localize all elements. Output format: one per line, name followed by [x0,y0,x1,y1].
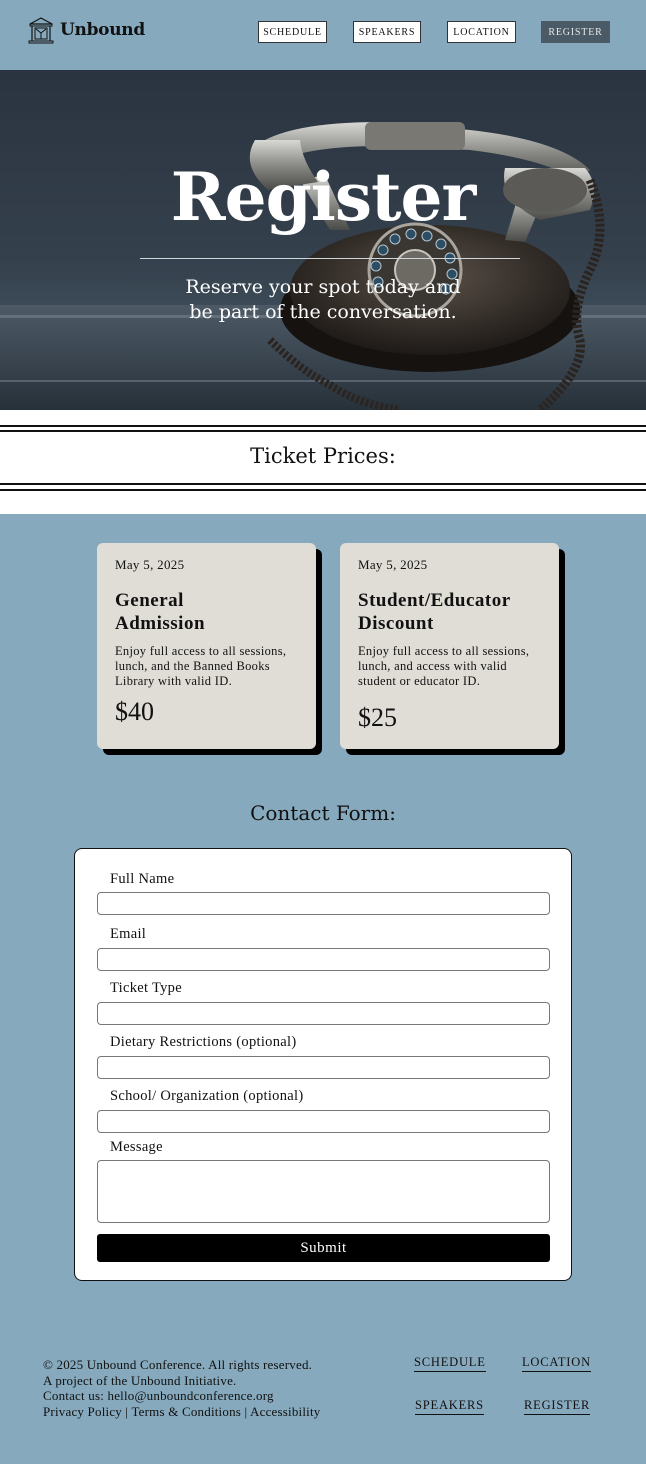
hero-subtitle-line-2: be part of the conversation. [189,301,457,323]
hero-subtitle-line-1: Reserve your spot today and [185,276,461,298]
footer-link-schedule[interactable]: SCHEDULE [414,1355,486,1372]
nav-location[interactable]: LOCATION [447,21,516,43]
ticket-price: $25 [358,703,397,732]
ticket-description-line-3: Library with valid ID. [115,674,232,688]
ticket-type-input[interactable] [97,1002,550,1025]
ticket-type-label: Ticket Type [110,980,182,996]
ticket-description-line-3: student or educator ID. [358,674,481,688]
ticket-date: May 5, 2025 [115,557,185,572]
dietary-input[interactable] [97,1056,550,1079]
hero-subtitle: Reserve your spot today and be part of t… [0,275,646,325]
nav-register[interactable]: REGISTER [541,21,610,43]
footer-copyright: © 2025 Unbound Conference. All rights re… [43,1357,313,1372]
message-textarea[interactable] [97,1160,550,1223]
full-name-label: Full Name [110,871,175,887]
ticket-title-line-1: General [115,590,184,611]
ticket-description-line-2: lunch, and the Banned Books [115,659,270,673]
ticket-title: General Admission [115,589,298,635]
ticket-card-student[interactable]: May 5, 2025 Student/Educator Discount En… [340,543,559,749]
hero-divider [140,258,520,259]
hero-telephone-image [0,122,646,410]
organization-label: School/ Organization (optional) [110,1088,304,1104]
ticket-prices-title: Ticket Prices: [250,444,396,468]
ticket-title-line-1: Student/Educator [358,590,511,611]
logo-text: Unbound [60,20,145,40]
message-label: Message [110,1139,163,1155]
ticket-prices-band: Ticket Prices: [0,410,646,514]
footer-legal[interactable]: Privacy Policy | Terms & Conditions | Ac… [43,1404,321,1420]
footer-info: © 2025 Unbound Conference. All rights re… [43,1357,321,1419]
dietary-label: Dietary Restrictions (optional) [110,1034,297,1050]
site-header: Unbound SCHEDULE SPEAKERS LOCATION REGIS… [0,0,646,70]
band-line-top-1 [0,425,646,427]
contact-form-title: Contact Form: [250,801,396,825]
ticket-description: Enjoy full access to all sessions, lunch… [358,644,541,689]
site-logo[interactable]: Unbound [28,16,145,44]
ticket-date: May 5, 2025 [358,557,428,572]
ticket-description: Enjoy full access to all sessions, lunch… [115,644,298,689]
full-name-input[interactable] [97,892,550,915]
nav-speakers[interactable]: SPEAKERS [353,21,421,43]
library-building-icon [28,17,54,44]
hero-title: Register [170,158,476,236]
ticket-title: Student/Educator Discount [358,589,541,635]
submit-button[interactable]: Submit [97,1234,550,1262]
organization-input[interactable] [97,1110,550,1133]
footer-project: A project of the Unbound Initiative. [43,1372,237,1388]
band-line-bottom-2 [0,489,646,491]
email-input[interactable] [97,948,550,971]
ticket-description-line-2: lunch, and access with valid [358,659,507,673]
ticket-description-line-1: Enjoy full access to all sessions, [358,644,530,658]
footer-link-location[interactable]: LOCATION [522,1355,591,1372]
ticket-description-line-1: Enjoy full access to all sessions, [115,644,287,658]
footer-link-register[interactable]: REGISTER [524,1398,591,1415]
ticket-title-line-2: Admission [115,613,206,634]
footer-link-speakers[interactable]: SPEAKERS [415,1398,484,1415]
email-label: Email [110,926,147,942]
footer-contact: Contact us: hello@unboundconference.org [43,1388,274,1403]
nav-schedule[interactable]: SCHEDULE [258,21,327,43]
hero-banner: Register Reserve your spot today and be … [0,70,646,410]
ticket-price: $40 [115,697,154,726]
ticket-card-general[interactable]: May 5, 2025 General Admission Enjoy full… [97,543,316,749]
contact-form: Full Name Email Ticket Type Dietary Rest… [74,848,572,1281]
band-line-bottom-1 [0,483,646,485]
ticket-title-line-2: Discount [358,613,434,634]
band-line-top-2 [0,430,646,432]
